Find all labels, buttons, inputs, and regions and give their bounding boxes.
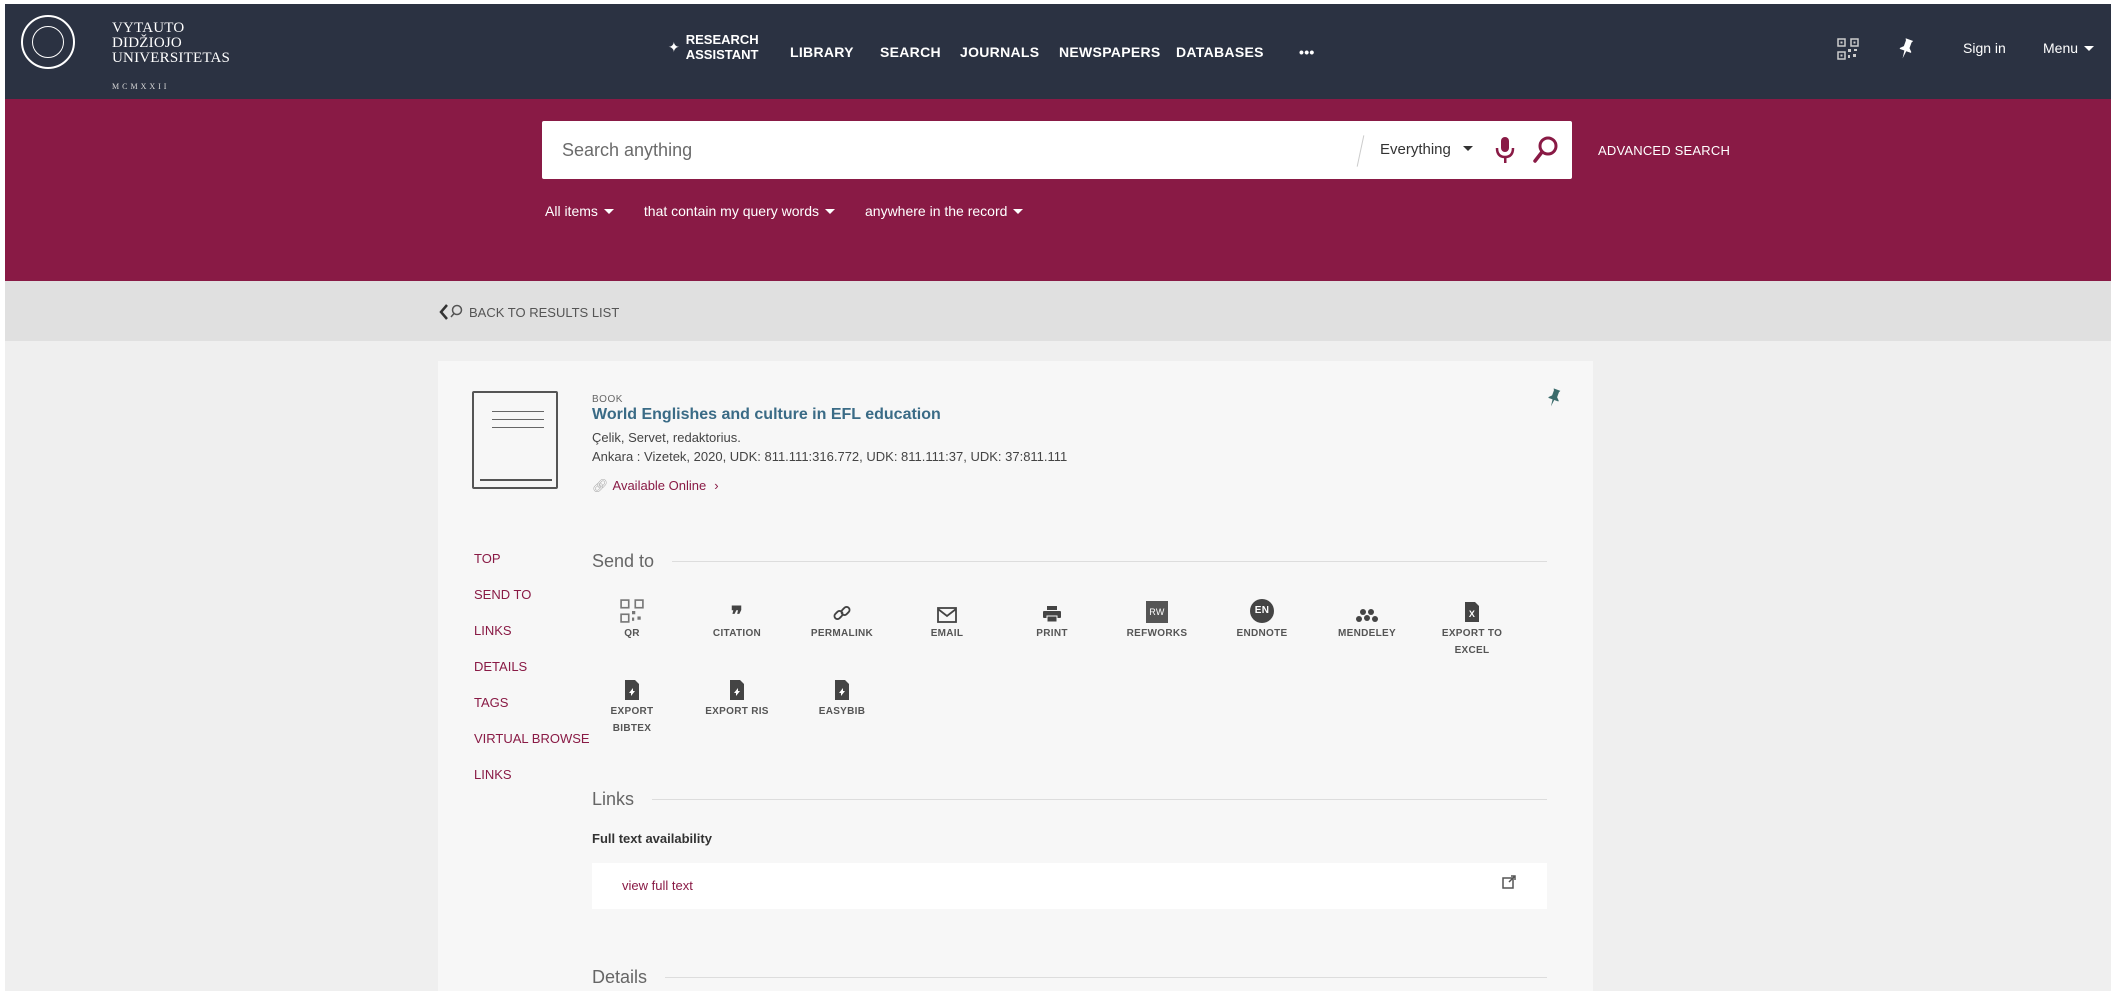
filter-precision[interactable]: that contain my query words	[644, 203, 835, 219]
caret-down-icon	[1013, 209, 1024, 214]
qr-code-icon[interactable]	[1837, 38, 1859, 65]
details-heading: Details	[592, 967, 1547, 988]
book-cover-icon	[472, 391, 558, 489]
excel-icon: X	[1422, 599, 1522, 623]
pin-icon[interactable]	[1897, 38, 1915, 65]
link-icon: 🔗︎	[592, 478, 609, 493]
caret-down-icon	[1462, 146, 1473, 151]
record-type: BOOK	[592, 394, 623, 405]
export-bibtex-action[interactable]: EXPORT BIBTEX	[582, 677, 682, 737]
sidenav-top[interactable]: TOP	[474, 549, 590, 585]
full-text-row: view full text	[592, 863, 1547, 909]
record-side-nav: TOP SEND TO LINKS DETAILS TAGS VIRTUAL B…	[474, 549, 590, 801]
sidenav-links-2[interactable]: LINKS	[474, 765, 590, 801]
search-divider	[1356, 135, 1365, 167]
send-to-heading: Send to	[592, 551, 1547, 572]
nav-journals[interactable]: JOURNALS	[960, 4, 1039, 99]
view-full-text-link[interactable]: view full text	[622, 878, 693, 893]
easybib-icon	[792, 677, 892, 701]
quote-icon: ❞	[730, 602, 744, 627]
available-online-link[interactable]: 🔗︎ Available Online ›	[592, 478, 719, 494]
university-name: VYTAUTO DIDŽIOJO UNIVERSITETAS	[112, 20, 231, 66]
mendeley-action[interactable]: MENDELEY	[1317, 599, 1417, 642]
print-action[interactable]: PRINT	[1002, 599, 1102, 642]
microphone-icon[interactable]	[1494, 135, 1516, 170]
nav-databases[interactable]: DATABASES	[1176, 4, 1264, 99]
easybib-action[interactable]: EASYBIB	[792, 677, 892, 720]
refworks-icon: RW	[1107, 599, 1207, 623]
caret-down-icon	[603, 209, 614, 214]
university-seal-icon	[21, 15, 75, 69]
filter-material-type[interactable]: All items	[545, 203, 614, 219]
nav-newspapers[interactable]: NEWSPAPERS	[1059, 4, 1161, 99]
export-ris-action[interactable]: EXPORT RIS	[687, 677, 787, 720]
bibtex-icon	[582, 677, 682, 701]
links-heading: Links	[592, 789, 1547, 810]
search-filters: All items that contain my query words an…	[545, 203, 1024, 219]
link-icon	[792, 599, 892, 623]
founding-year: MCMXXII	[112, 82, 170, 91]
endnote-icon: EN	[1212, 599, 1312, 623]
caret-down-icon	[825, 209, 835, 214]
qr-icon	[582, 599, 682, 623]
menu-button[interactable]: Menu	[2043, 40, 2095, 56]
sidenav-details[interactable]: DETAILS	[474, 657, 590, 693]
permalink-action[interactable]: PERMALINK	[792, 599, 892, 642]
filter-search-field[interactable]: anywhere in the record	[865, 203, 1024, 219]
citation-action[interactable]: ❞ CITATION	[687, 599, 787, 642]
sidenav-links[interactable]: LINKS	[474, 621, 590, 657]
endnote-action[interactable]: EN ENDNOTE	[1212, 599, 1312, 642]
search-icon[interactable]	[1532, 135, 1560, 170]
record-author: Çelik, Servet, redaktorius.	[592, 430, 741, 445]
mendeley-icon	[1317, 599, 1417, 623]
university-logo[interactable]: VYTAUTO DIDŽIOJO UNIVERSITETAS MCMXXII	[21, 12, 230, 92]
advanced-search-link[interactable]: ADVANCED SEARCH	[1598, 143, 1730, 158]
pin-record-icon[interactable]	[1546, 388, 1562, 413]
ris-icon	[687, 677, 787, 701]
search-band: Everything ADVANCED SEARCH All items tha…	[5, 99, 2111, 281]
full-text-availability-label: Full text availability	[592, 831, 712, 846]
email-action[interactable]: EMAIL	[897, 599, 997, 642]
page: VYTAUTO DIDŽIOJO UNIVERSITETAS MCMXXII ✦…	[5, 4, 2111, 991]
chevron-left-icon	[439, 304, 463, 320]
top-navigation-bar: VYTAUTO DIDŽIOJO UNIVERSITETAS MCMXXII ✦…	[5, 4, 2111, 99]
record-publication: Ankara : Vizetek, 2020, UDK: 811.111:316…	[592, 449, 1068, 464]
refworks-action[interactable]: RW REFWORKS	[1107, 599, 1207, 642]
printer-icon	[1002, 599, 1102, 623]
back-bar: BACK TO RESULTS LIST	[5, 281, 2111, 341]
nav-library[interactable]: LIBRARY	[790, 4, 854, 99]
sidenav-virtual-browse[interactable]: VIRTUAL BROWSE	[474, 729, 590, 765]
sidenav-send-to[interactable]: SEND TO	[474, 585, 590, 621]
more-nav-button[interactable]: •••	[1299, 4, 1315, 99]
envelope-icon	[897, 599, 997, 623]
search-input[interactable]	[562, 121, 1342, 179]
caret-down-icon	[2084, 46, 2095, 51]
sparkle-icon: ✦	[668, 39, 680, 55]
research-assistant-button[interactable]: ✦ RESEARCH ASSISTANT	[668, 32, 759, 62]
record-title[interactable]: World Englishes and culture in EFL educa…	[592, 406, 941, 424]
back-to-results-link[interactable]: BACK TO RESULTS LIST	[439, 303, 619, 321]
chevron-right-icon: ›	[714, 478, 719, 493]
nav-search[interactable]: SEARCH	[880, 4, 941, 99]
search-box: Everything	[542, 121, 1572, 179]
qr-action[interactable]: QR	[582, 599, 682, 642]
record-card: BOOK World Englishes and culture in EFL …	[438, 361, 1593, 991]
svg-text:X: X	[1469, 609, 1475, 619]
export-excel-action[interactable]: X EXPORT TO EXCEL	[1422, 599, 1522, 659]
sidenav-tags[interactable]: TAGS	[474, 693, 590, 729]
sign-in-link[interactable]: Sign in	[1963, 40, 2006, 56]
external-link-icon[interactable]	[1502, 875, 1516, 894]
search-scope-dropdown[interactable]: Everything	[1380, 141, 1473, 158]
